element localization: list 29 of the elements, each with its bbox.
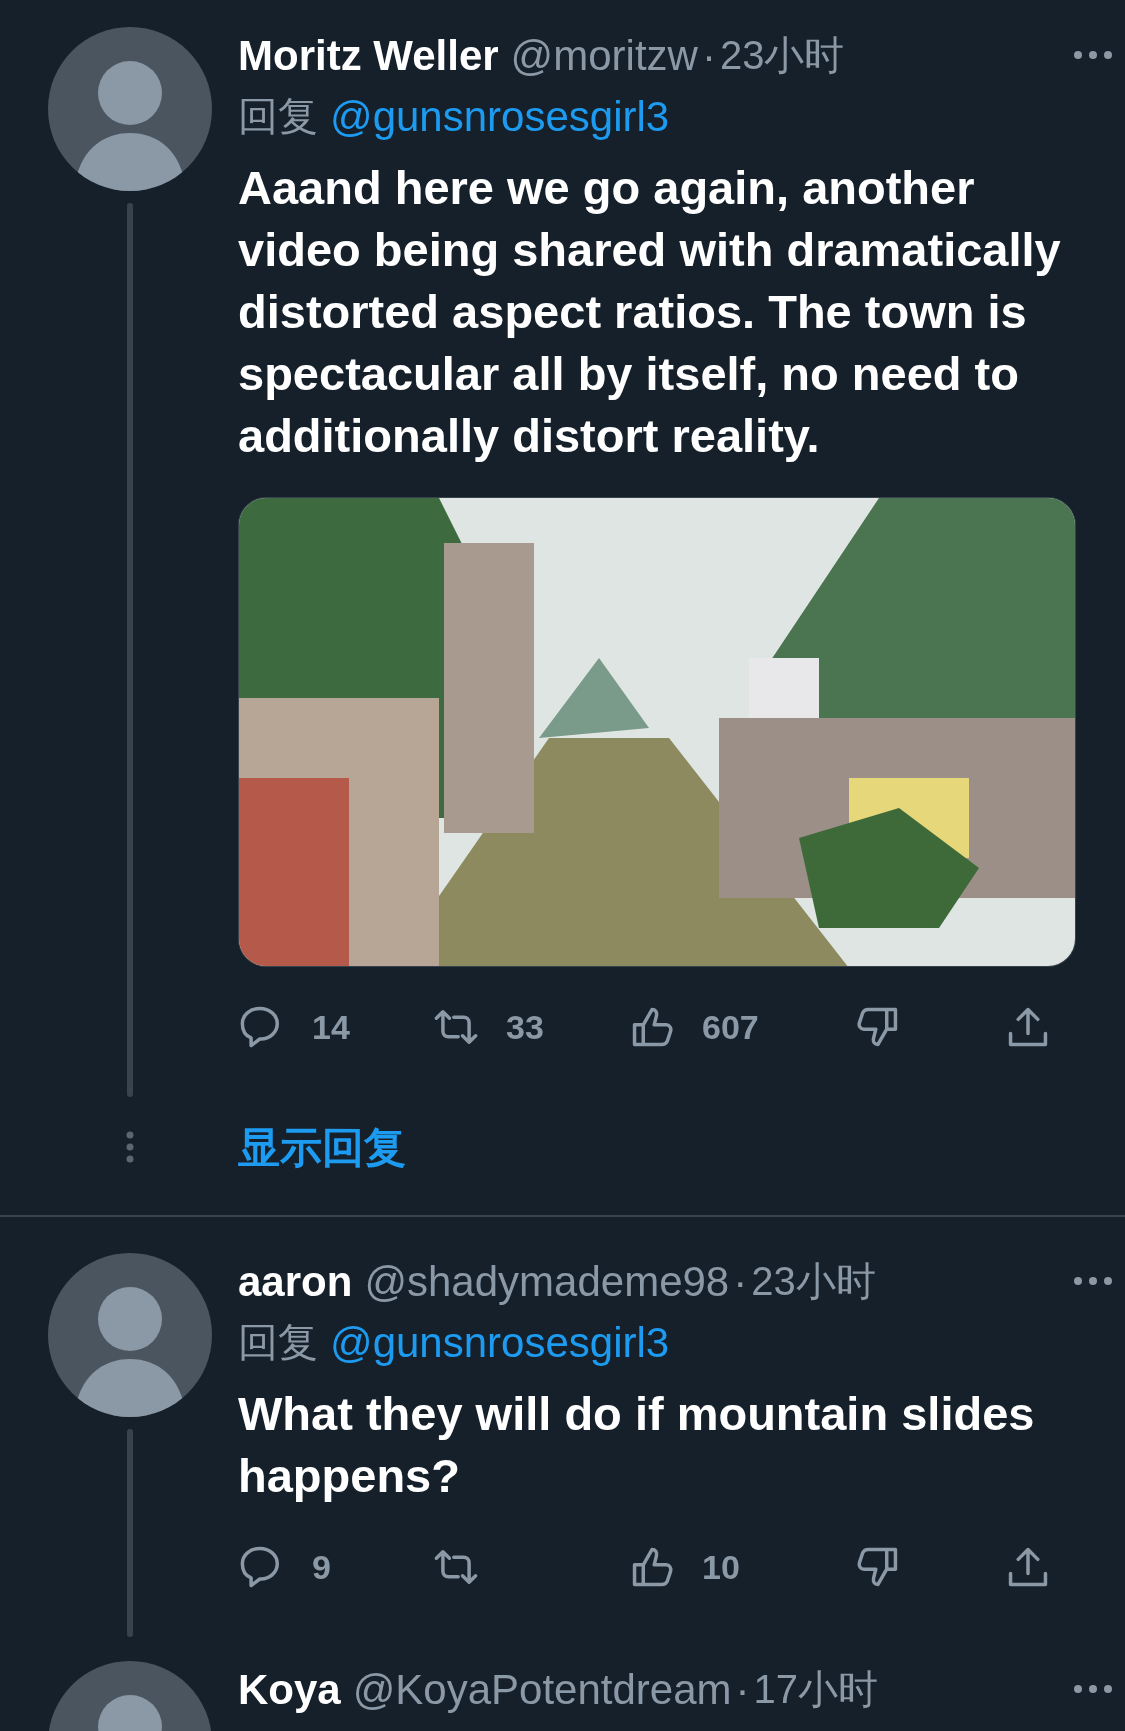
reply-label: 回复 — [238, 93, 318, 140]
like-button[interactable]: 607 — [628, 1001, 854, 1053]
separator-dot: · — [701, 30, 716, 81]
separator-dot: · — [735, 1664, 750, 1715]
reply-button[interactable]: 9 — [238, 1541, 432, 1593]
more-icon — [1073, 50, 1113, 60]
author-handle[interactable]: @KoyaPotentdream — [352, 1657, 732, 1721]
retweet-button[interactable]: 33 — [432, 1001, 628, 1053]
separator-dot: · — [733, 1256, 748, 1307]
timestamp[interactable]: 23小时 — [719, 25, 845, 85]
mention-link[interactable]: @gunsnrosesgirl3 — [330, 84, 670, 148]
author-name[interactable]: Koya — [238, 1657, 341, 1721]
tweet-text: Aaand here we go again, another video being shared with dramatically distorted aspect ratios. The town is spectacular all by itself, no need to additionally distort reality. — [238, 160, 1062, 464]
show-replies-link[interactable]: 显示回复 — [238, 1115, 406, 1179]
author-handle[interactable]: @moritzw — [510, 23, 698, 87]
more-icon — [1073, 1684, 1113, 1694]
video-frame-drawing[interactable] — [238, 497, 1076, 967]
timestamp[interactable]: 23小时 — [751, 1251, 876, 1311]
author-handle[interactable]: @shadymademe98 — [364, 1249, 730, 1313]
tweet-text: What they will do if mountain slides happens? — [238, 1386, 1036, 1504]
more-icon — [1073, 1276, 1113, 1286]
mention-link[interactable]: @gunsnrosesgirl3 — [330, 1310, 670, 1374]
author-name[interactable]: Moritz Weller — [238, 23, 499, 87]
reply-button[interactable]: 14 — [238, 1001, 432, 1053]
author-name[interactable]: aaron — [238, 1249, 353, 1313]
timestamp[interactable]: 17小时 — [753, 1659, 879, 1719]
vertical-dots-icon — [126, 1131, 134, 1163]
reply-label: 回复 — [238, 1319, 318, 1366]
like-button[interactable]: 10 — [628, 1541, 854, 1593]
